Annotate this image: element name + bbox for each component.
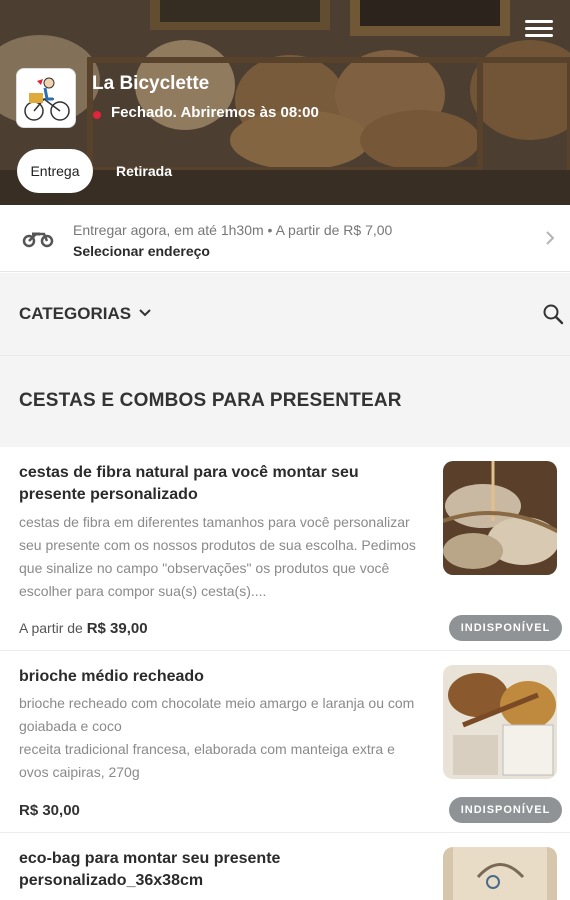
unavailable-badge: INDISPONÍVEL (449, 615, 562, 641)
price-prefix: A partir de (19, 620, 83, 636)
tab-pickup[interactable]: Retirada (104, 149, 184, 193)
store-status: Fechado. Abriremos às 08:00 (111, 104, 319, 121)
store-logo (16, 68, 76, 128)
chevron-down-icon[interactable] (137, 307, 153, 319)
search-icon[interactable] (541, 302, 565, 326)
product-title: brioche médio recheado (19, 668, 204, 685)
select-address-label[interactable]: Selecionar endereço (73, 243, 210, 259)
store-name: La Bicyclette (92, 73, 210, 94)
tab-delivery[interactable]: Entrega (17, 149, 93, 193)
price-value: R$ 39,00 (86, 620, 148, 637)
product-title: eco-bag para montar seu presente persona… (19, 850, 281, 889)
closed-status-dot (93, 111, 101, 119)
delivery-estimate: Entregar agora, em até 1h30m • A partir … (73, 222, 393, 238)
product-title: cestas de fibra natural para você montar… (19, 464, 359, 503)
chevron-right-icon (546, 231, 555, 245)
product-price: R$ 30,00 (19, 802, 80, 819)
unavailable-badge: INDISPONÍVEL (449, 797, 562, 823)
motorcycle-icon (22, 232, 54, 248)
product-description: cestas de fibra em diferentes tamanhos p… (19, 514, 416, 599)
hamburger-menu-icon[interactable] (525, 20, 553, 42)
product-image (443, 461, 557, 575)
product-description: brioche recheado com chocolate meio amar… (19, 695, 415, 780)
product-image (443, 847, 557, 900)
delivery-address-selector[interactable] (0, 205, 570, 272)
categories-dropdown[interactable]: CATEGORIAS (19, 304, 131, 324)
price-value: R$ 30,00 (19, 802, 80, 819)
section-title: CESTAS E COMBOS PARA PRESENTEAR (19, 390, 402, 411)
product-price: A partir de R$ 39,00 (19, 620, 148, 637)
product-image (443, 665, 557, 779)
